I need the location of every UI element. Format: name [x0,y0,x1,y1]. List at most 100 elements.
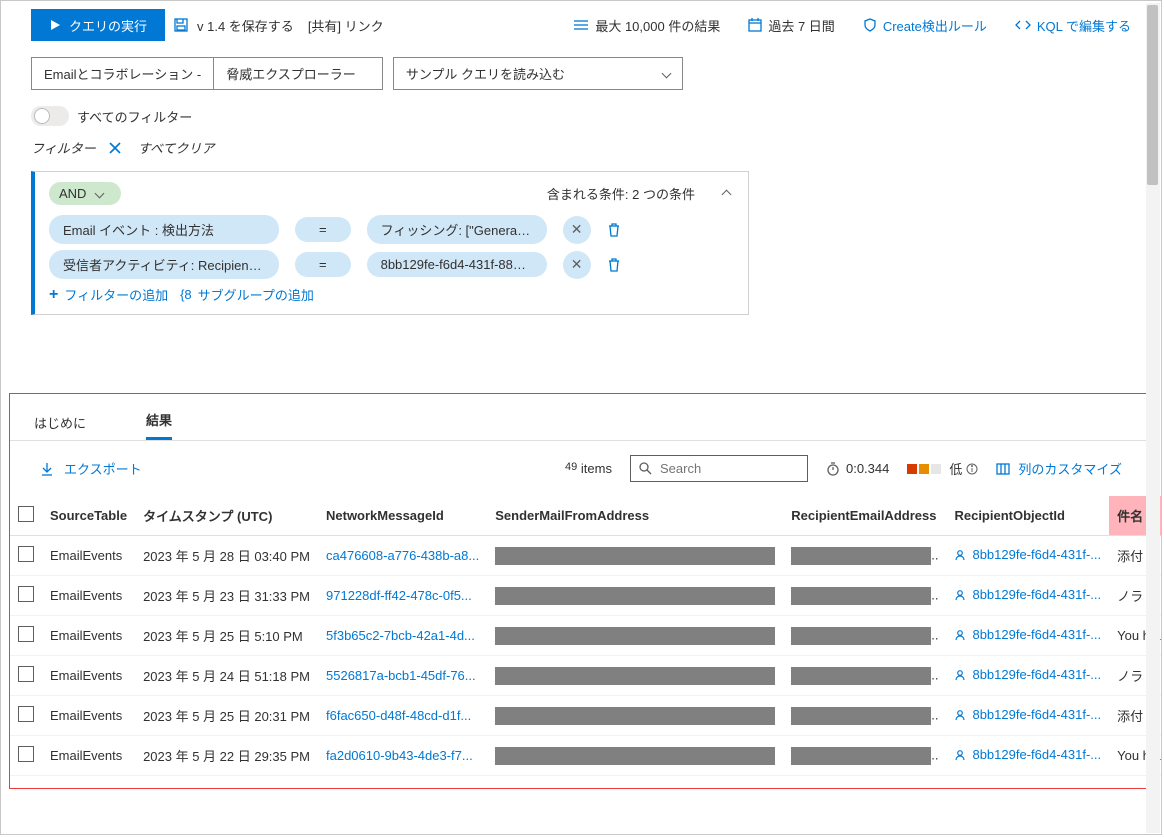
add-filter-button[interactable]: + フィルターの追加 [49,285,168,304]
clear-filters-x-icon[interactable] [108,139,126,157]
save-version-text[interactable]: v 1.4 を保存する [197,16,294,35]
redacted-value [495,707,775,725]
columns-icon [996,462,1010,476]
clear-all-filters[interactable]: すべてクリア [138,138,215,157]
condition-op[interactable]: = [295,252,351,277]
table-row[interactable]: EmailEvents 2023 年 5 月 25 日 5:10 PM 5f3b… [10,616,1162,656]
cell-sender [487,576,783,616]
cell-recipobj[interactable]: 8bb129fe-f6d4-431f-... [946,536,1109,576]
delete-condition-icon[interactable] [607,257,621,273]
row-checkbox[interactable] [18,706,34,722]
cell-source: EmailEvents [42,576,135,616]
header-source[interactable]: SourceTable [42,496,135,536]
row-checkbox[interactable] [18,546,34,562]
condition-value[interactable]: 8bb129fe-f6d4-431f-8872... [367,252,547,277]
person-icon [954,589,966,601]
filters-title: フィルター [31,138,96,157]
cell-timestamp: 2023 年 5 月 25 日 20:31 PM [135,696,318,736]
remove-value-button[interactable]: ✕ [563,216,591,244]
export-button[interactable]: エクスポート [40,459,142,478]
person-icon [954,549,966,561]
logic-operator-pill[interactable]: AND [49,182,121,205]
sample-query-select[interactable]: サンプル クエリを読み込む [393,57,683,90]
cell-timestamp: 2023 年 5 月 24 日 51:18 PM [135,656,318,696]
add-subgroup-button[interactable]: {8 サブグループの追加 [180,285,314,304]
row-checkbox[interactable] [18,586,34,602]
vertical-scrollbar[interactable] [1146,3,1160,833]
header-timestamp[interactable]: タイムスタンプ (UTC) [135,496,318,536]
cell-recipient: .. [783,736,946,776]
row-checkbox[interactable] [18,746,34,762]
cell-nmid[interactable]: fa2d0610-9b43-4de3-f7... [318,736,487,776]
max-results[interactable]: 最大 10,000 件の結果 [573,16,720,35]
scope-select[interactable]: Emailとコラボレーション - 脅威エクスプローラー [31,57,383,90]
customize-columns-button[interactable]: 列のカスタマイズ [996,459,1122,478]
table-row[interactable]: EmailEvents 2023 年 5 月 25 日 20:31 PM f6f… [10,696,1162,736]
search-icon [639,462,652,475]
collapse-panel-button[interactable] [719,182,734,205]
cell-source: EmailEvents [42,696,135,736]
scrollbar-thumb[interactable] [1147,5,1158,185]
condition-field[interactable]: Email イベント : 検出方法 [49,215,279,244]
header-sender[interactable]: SenderMailFromAddress [487,496,783,536]
redacted-value [495,667,775,685]
all-filters-label: すべてのフィルター [77,107,192,126]
scope-left: Emailとコラボレーション - [32,58,214,89]
cell-nmid[interactable]: 971228df-ff42-478c-0f5... [318,576,487,616]
person-icon [954,709,966,721]
row-checkbox[interactable] [18,626,34,642]
cell-recipient: .. [783,576,946,616]
cell-recipient: .. [783,536,946,576]
delete-condition-icon[interactable] [607,222,621,238]
header-recipobj[interactable]: RecipientObjectId [946,496,1109,536]
cell-source: EmailEvents [42,536,135,576]
header-nmid[interactable]: NetworkMessageId [318,496,487,536]
redacted-value [495,587,775,605]
info-icon[interactable] [966,463,978,475]
cell-recipobj[interactable]: 8bb129fe-f6d4-431f-... [946,696,1109,736]
person-icon [954,749,966,761]
select-all-checkbox[interactable] [18,506,34,522]
condition-op[interactable]: = [295,217,351,242]
redacted-value [791,747,931,765]
table-row[interactable]: EmailEvents 2023 年 5 月 24 日 51:18 PM 552… [10,656,1162,696]
cell-source: EmailEvents [42,616,135,656]
search-field[interactable] [658,460,799,477]
remove-value-button[interactable]: ✕ [563,251,591,279]
time-range[interactable]: 過去 7 日間 [748,16,834,35]
tabs: はじめに 結果 [10,394,1152,441]
cell-recipobj[interactable]: 8bb129fe-f6d4-431f-... [946,736,1109,776]
save-icon[interactable] [173,17,189,33]
run-query-button[interactable]: クエリの実行 [31,9,165,41]
redacted-value [791,547,931,565]
topbar: クエリの実行 v 1.4 を保存する [共有] リンク 最大 10,000 件の… [1,1,1161,49]
condition-value[interactable]: フィッシング: ["General filter"], Sp... [367,215,547,244]
tab-results[interactable]: 結果 [146,406,172,440]
table-row[interactable]: EmailEvents 2023 年 5 月 28 日 03:40 PM ca4… [10,536,1162,576]
all-filters-toggle[interactable] [31,106,69,126]
cell-timestamp: 2023 年 5 月 23 日 31:33 PM [135,576,318,616]
chevron-down-icon [95,189,105,199]
tab-getting-started[interactable]: はじめに [34,409,86,440]
table-row[interactable]: EmailEvents 2023 年 5 月 23 日 31:33 PM 971… [10,576,1162,616]
cell-recipobj[interactable]: 8bb129fe-f6d4-431f-... [946,576,1109,616]
search-input[interactable] [630,455,808,482]
row-checkbox[interactable] [18,666,34,682]
severity-indicator: 低 [907,459,978,478]
stopwatch-icon [826,462,840,476]
condition-field[interactable]: 受信者アクティビティ: RecipientObj... [49,250,279,279]
cell-recipobj[interactable]: 8bb129fe-f6d4-431f-... [946,616,1109,656]
cell-recipobj[interactable]: 8bb129fe-f6d4-431f-... [946,656,1109,696]
cell-nmid[interactable]: ca476608-a776-438b-a8... [318,536,487,576]
cell-nmid[interactable]: f6fac650-d48f-48cd-d1f... [318,696,487,736]
create-rule-button[interactable]: Create検出ルール [863,16,987,35]
cell-nmid[interactable]: 5526817a-bcb1-45df-76... [318,656,487,696]
table-row[interactable]: EmailEvents 2023 年 5 月 22 日 29:35 PM fa2… [10,736,1162,776]
share-link[interactable]: [共有] リンク [308,16,384,35]
result-count: 49 items [565,461,612,476]
cell-nmid[interactable]: 5f3b65c2-7bcb-42a1-4d... [318,616,487,656]
cell-recipient: .. [783,656,946,696]
header-recipient[interactable]: RecipientEmailAddress [783,496,946,536]
kql-edit-button[interactable]: KQL で編集する [1015,16,1131,35]
redacted-value [495,747,775,765]
